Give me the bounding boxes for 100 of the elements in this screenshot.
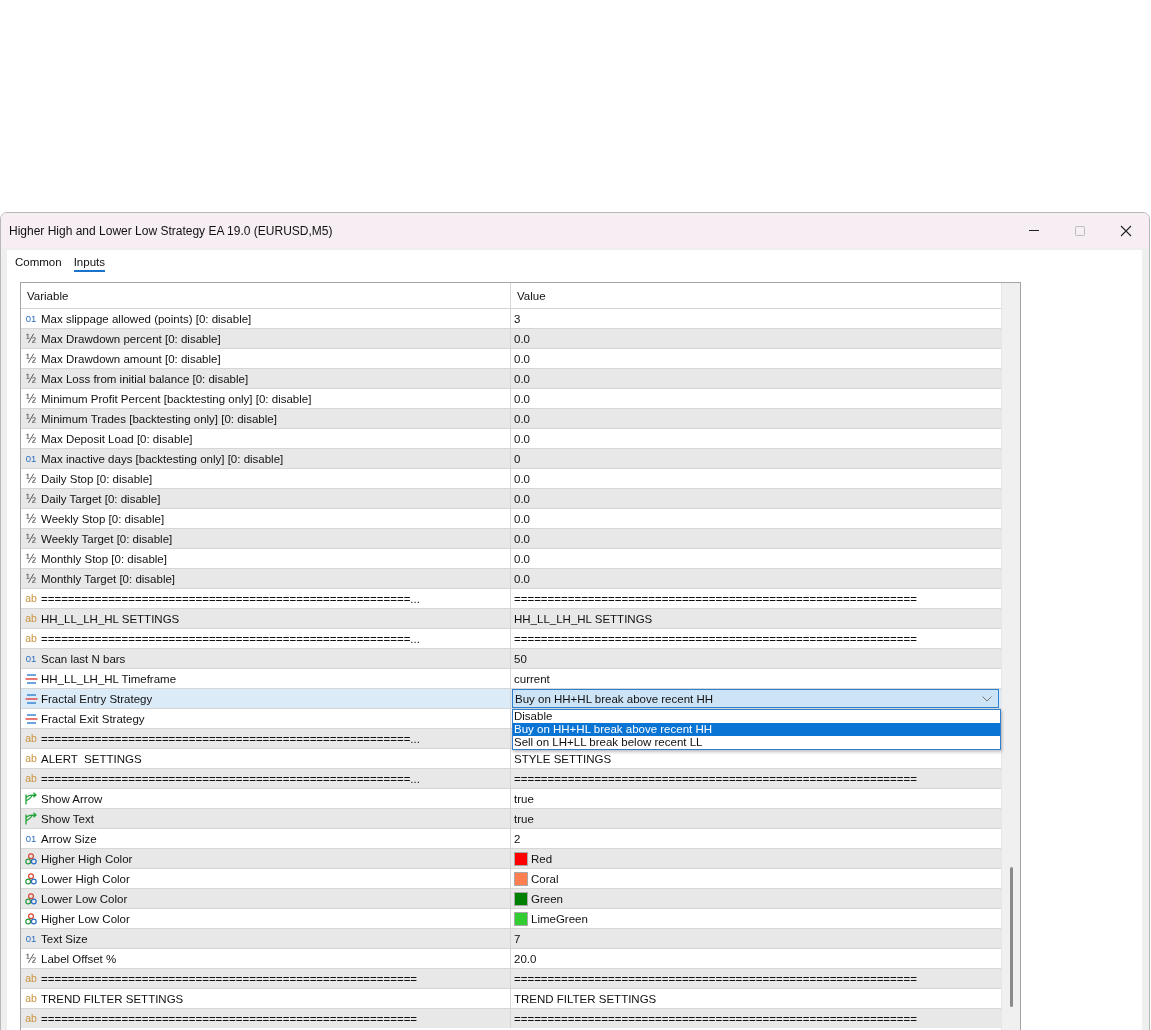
dropdown-field[interactable]: Buy on HH+HL break above recent HH bbox=[512, 689, 999, 708]
fraction-icon: ½ bbox=[26, 572, 36, 585]
list-lines-icon bbox=[24, 672, 38, 685]
parameter-row[interactable]: 01 Text Size 7 bbox=[21, 928, 1001, 948]
parameter-row[interactable]: ab ======================================================== ============================================================ bbox=[21, 1008, 1001, 1028]
dropdown-option[interactable]: Buy on HH+HL break above recent HH bbox=[513, 723, 1000, 736]
variable-name: Scan last N bars bbox=[41, 652, 126, 665]
minimize-icon bbox=[1029, 230, 1039, 231]
branch-arrow-icon bbox=[24, 792, 38, 805]
value-text: 0.0 bbox=[514, 552, 530, 565]
variable-name: ALERT SETTINGS bbox=[41, 752, 142, 765]
value-text: ============================================================ bbox=[514, 972, 917, 985]
value-text: TREND FILTER SETTINGS bbox=[514, 992, 657, 1005]
value-text: 0.0 bbox=[514, 492, 530, 505]
letters-icon: ab bbox=[25, 753, 37, 764]
fraction-icon: ½ bbox=[26, 392, 36, 405]
parameter-row[interactable]: ½ Monthly Target [0: disable] 0.0 bbox=[21, 568, 1001, 588]
letters-icon: ab bbox=[25, 593, 37, 604]
variable-name: Max slippage allowed (points) [0: disable] bbox=[41, 312, 252, 325]
parameter-row[interactable]: ½ Daily Stop [0: disable] 0.0 bbox=[21, 468, 1001, 488]
parameter-row[interactable]: ½ Max Drawdown amount [0: disable] 0.0 bbox=[21, 348, 1001, 368]
parameter-row[interactable]: ½ Weekly Stop [0: disable] 0.0 bbox=[21, 508, 1001, 528]
parameter-row[interactable]: 01 Max slippage allowed (points) [0: disable] 3 bbox=[21, 308, 1001, 328]
variable-name: Minimum Trades [backtesting only] [0: disable] bbox=[41, 412, 277, 425]
value-text: Red bbox=[531, 852, 553, 865]
variable-name: Monthly Stop [0: disable] bbox=[41, 552, 167, 565]
maximize-icon bbox=[1074, 224, 1086, 237]
fraction-icon: ½ bbox=[26, 552, 36, 565]
variable-name: Max Drawdown percent [0: disable] bbox=[41, 332, 221, 345]
parameter-row[interactable]: Show Text true bbox=[21, 808, 1001, 828]
parameter-row[interactable]: 01 Arrow Size 2 bbox=[21, 828, 1001, 848]
column-header: Variable bbox=[27, 289, 69, 302]
parameter-row[interactable]: ½ Minimum Trades [backtesting only] [0: disable] 0.0 bbox=[21, 408, 1001, 428]
scrollbar[interactable] bbox=[1001, 283, 1020, 1030]
value-text: 0.0 bbox=[514, 512, 530, 525]
parameter-row[interactable]: HH_LL_LH_HL Timeframe current bbox=[21, 668, 1001, 688]
chevron-icon bbox=[982, 695, 992, 702]
variable-name: Label Offset % bbox=[41, 952, 117, 965]
value-text: 0.0 bbox=[514, 532, 530, 545]
variable-name: Fractal Entry Strategy bbox=[41, 692, 153, 705]
tab[interactable]: Inputs bbox=[73, 256, 105, 272]
dropdown-option[interactable]: Disable bbox=[513, 710, 1000, 723]
value-text: 2 bbox=[514, 832, 521, 845]
variable-name: Show Arrow bbox=[41, 792, 103, 805]
letters-icon: ab bbox=[25, 773, 37, 784]
variable-name: Higher Low Color bbox=[41, 912, 130, 925]
parameter-row[interactable]: ½ Max Drawdown percent [0: disable] 0.0 bbox=[21, 328, 1001, 348]
parameter-row[interactable]: ab HH_LL_LH_HL SETTINGS HH_LL_LH_HL SETTINGS bbox=[21, 608, 1001, 628]
variable-name: Max Drawdown amount [0: disable] bbox=[41, 352, 221, 365]
value-text: Green bbox=[531, 892, 563, 905]
parameter-row[interactable]: ab TREND FILTER SETTINGS TREND FILTER SETTINGS bbox=[21, 988, 1001, 1008]
digits-icon: 01 bbox=[25, 453, 37, 464]
parameter-row[interactable]: ½ Minimum Profit Percent [backtesting only] [0: disable] 0.0 bbox=[21, 388, 1001, 408]
parameter-row[interactable]: ½ Label Offset % 20.0 bbox=[21, 948, 1001, 968]
variable-name: Show Text bbox=[41, 812, 94, 825]
parameter-row[interactable]: ½ Weekly Target [0: disable] 0.0 bbox=[21, 528, 1001, 548]
variable-name: Arrow Size bbox=[41, 832, 97, 845]
value-text: 50 bbox=[514, 652, 527, 665]
parameter-row[interactable]: ½ Max Loss from initial balance [0: disable] 0.0 bbox=[21, 368, 1001, 388]
fraction-icon: ½ bbox=[26, 412, 36, 425]
parameter-row[interactable]: ab =======================================================... ============================================================ bbox=[21, 768, 1001, 788]
value-text: ============================================================ bbox=[514, 772, 917, 785]
letters-icon: ab bbox=[25, 973, 37, 984]
variable-name: =======================================================... bbox=[41, 732, 420, 745]
value-text: 0.0 bbox=[514, 372, 530, 385]
tab[interactable]: Common bbox=[15, 256, 62, 272]
value-text: ============================================================ bbox=[514, 1012, 917, 1025]
value-text: 0.0 bbox=[514, 352, 530, 365]
parameter-row[interactable]: ½ Daily Target [0: disable] 0.0 bbox=[21, 488, 1001, 508]
dropdown-option[interactable]: Sell on LH+LL break below recent LL bbox=[513, 736, 1000, 749]
value-text: true bbox=[514, 792, 534, 805]
variable-name: Minimum Profit Percent [backtesting only] [0: disable] bbox=[41, 392, 312, 405]
parameter-row[interactable]: 01 Scan last N bars 50 bbox=[21, 648, 1001, 668]
variable-name: Lower Low Color bbox=[41, 892, 128, 905]
variable-name: =======================================================... bbox=[41, 772, 420, 785]
variable-name: Text Size bbox=[41, 932, 88, 945]
scroll-thumb[interactable] bbox=[1009, 867, 1013, 1007]
fraction-icon: ½ bbox=[26, 372, 36, 385]
parameter-row[interactable]: Lower Low Color Green bbox=[21, 888, 1001, 908]
column-header: Value bbox=[517, 289, 546, 302]
parameter-row[interactable]: ½ Max Deposit Load [0: disable] 0.0 bbox=[21, 428, 1001, 448]
value-text: 3 bbox=[514, 312, 521, 325]
value-text: 0 bbox=[514, 452, 521, 465]
digits-icon: 01 bbox=[25, 933, 37, 944]
parameter-row[interactable]: Lower High Color Coral bbox=[21, 868, 1001, 888]
letters-icon: ab bbox=[25, 1013, 37, 1024]
parameter-row[interactable]: 01 Max inactive days [backtesting only] [0: disable] 0 bbox=[21, 448, 1001, 468]
branch-arrow-icon bbox=[24, 812, 38, 825]
value-text: current bbox=[514, 672, 550, 685]
value-text: true bbox=[514, 812, 534, 825]
parameter-row[interactable]: ab =======================================================... ============================================================ bbox=[21, 588, 1001, 608]
parameter-row[interactable]: Higher High Color Red bbox=[21, 848, 1001, 868]
parameter-row[interactable]: ab =======================================================... ============================================================ bbox=[21, 628, 1001, 648]
parameter-row[interactable]: Show Arrow true bbox=[21, 788, 1001, 808]
value-text: 0.0 bbox=[514, 332, 530, 345]
value-text: STYLE SETTINGS bbox=[514, 752, 612, 765]
parameter-row[interactable]: ½ Monthly Stop [0: disable] 0.0 bbox=[21, 548, 1001, 568]
parameter-row[interactable]: Higher Low Color LimeGreen bbox=[21, 908, 1001, 928]
parameter-row[interactable]: ab ======================================================== ============================================================ bbox=[21, 968, 1001, 988]
value-text: 0.0 bbox=[514, 572, 530, 585]
